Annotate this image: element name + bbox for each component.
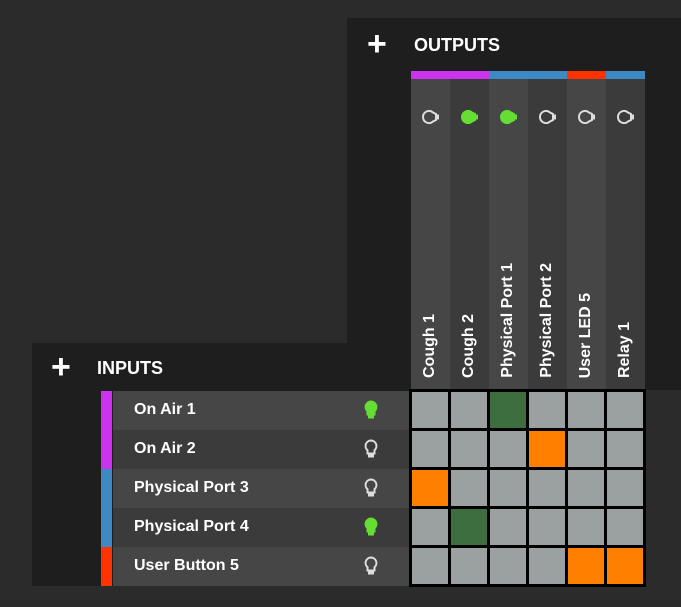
matrix-cell[interactable] [605,546,645,586]
matrix-cell[interactable] [605,507,645,547]
output-color-bar [567,71,606,79]
matrix-cell[interactable] [605,429,645,469]
matrix-cell[interactable] [488,429,528,469]
input-label: Physical Port 4 [134,518,249,535]
matrix-cell[interactable] [527,390,567,430]
lightbulb-icon[interactable] [421,109,441,129]
input-label: Physical Port 3 [134,479,249,496]
matrix-cell[interactable] [527,546,567,586]
matrix-cell[interactable] [566,468,606,508]
lightbulb-icon[interactable] [499,109,519,129]
inputs-header: INPUTS [97,358,164,378]
matrix-cell[interactable] [566,546,606,586]
matrix-cell[interactable] [605,468,645,508]
matrix-cell[interactable] [566,429,606,469]
output-color-bar [489,71,528,79]
output-label: Physical Port 2 [538,263,555,378]
output-color-bar [528,71,567,79]
input-color-bar [101,547,112,586]
matrix-cell[interactable] [449,468,489,508]
output-color-bar [411,71,450,79]
matrix-cell[interactable] [410,468,450,508]
input-label: On Air 2 [134,440,196,457]
output-label: Relay 1 [616,321,633,378]
input-label: User Button 5 [134,557,239,574]
matrix-cell[interactable] [488,507,528,547]
input-color-bar [101,430,112,469]
matrix-cell[interactable] [527,507,567,547]
output-color-bar [606,71,645,79]
input-color-bar [101,469,112,508]
matrix-cell[interactable] [410,429,450,469]
input-label: On Air 1 [134,401,196,418]
lightbulb-icon[interactable] [616,109,636,129]
lightbulb-icon[interactable] [364,517,378,542]
matrix-cell[interactable] [410,546,450,586]
add-output-plus-icon[interactable]: + [367,27,387,61]
matrix-cell[interactable] [449,546,489,586]
lightbulb-icon[interactable] [538,109,558,129]
lightbulb-icon[interactable] [364,439,378,464]
input-color-bar [101,508,112,547]
output-label: Physical Port 1 [499,263,516,378]
input-color-bar [101,391,112,430]
matrix-cell[interactable] [449,390,489,430]
matrix-cell[interactable] [527,468,567,508]
lightbulb-icon[interactable] [577,109,597,129]
matrix-cell[interactable] [566,507,606,547]
matrix-cell[interactable] [449,429,489,469]
matrix-cell[interactable] [410,507,450,547]
matrix-cell[interactable] [605,390,645,430]
lightbulb-icon[interactable] [460,109,480,129]
matrix-cell[interactable] [488,390,528,430]
outputs-header: OUTPUTS [414,35,501,55]
lightbulb-icon[interactable] [364,556,378,581]
matrix-cell[interactable] [566,390,606,430]
output-label: Cough 1 [421,314,438,378]
lightbulb-icon[interactable] [364,400,378,425]
lightbulb-icon[interactable] [364,478,378,503]
matrix-cell[interactable] [449,507,489,547]
add-input-plus-icon[interactable]: + [51,350,71,384]
output-label: User LED 5 [577,292,594,378]
matrix-cell[interactable] [488,546,528,586]
matrix-cell[interactable] [488,468,528,508]
output-color-bar [450,71,489,79]
output-label: Cough 2 [460,314,477,378]
matrix-cell[interactable] [527,429,567,469]
matrix-cell[interactable] [410,390,450,430]
